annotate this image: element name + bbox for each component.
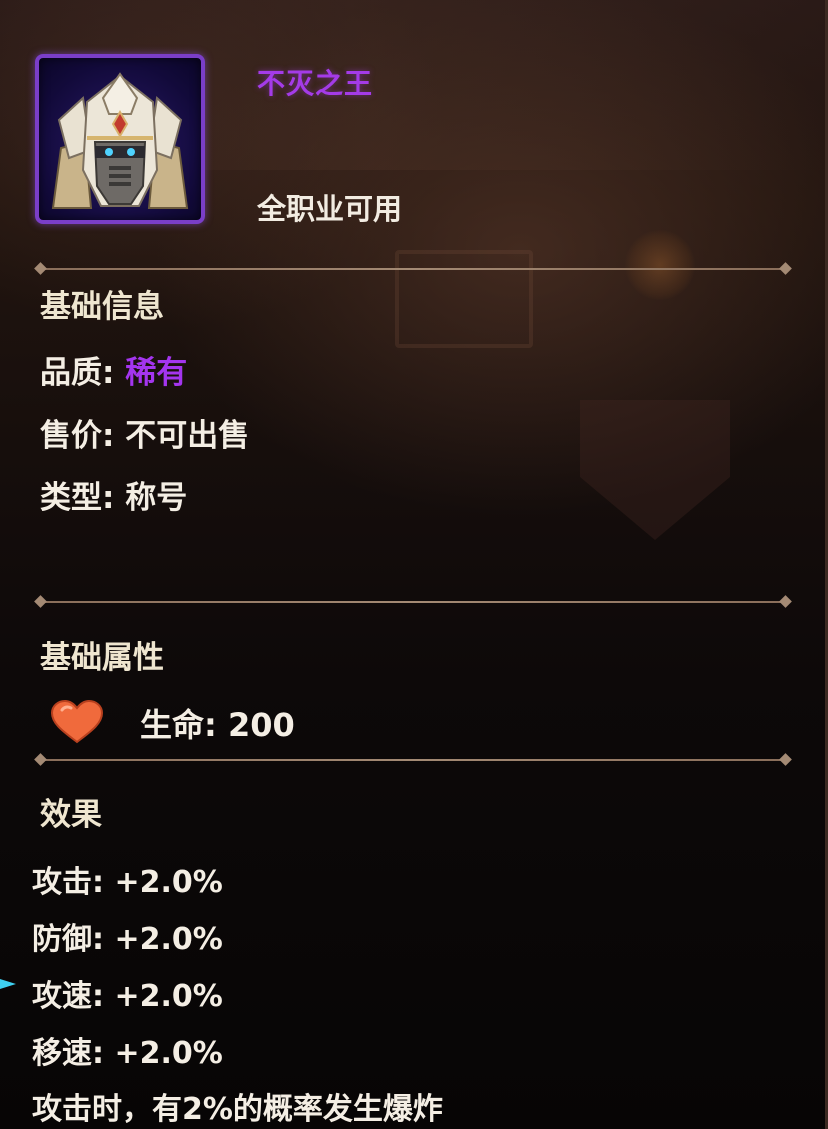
background-crest bbox=[580, 400, 730, 540]
life-stat: 生命: 200 bbox=[140, 700, 295, 746]
effects-title: 效果 bbox=[40, 797, 102, 833]
effect-attack: 攻击: +2.0% bbox=[32, 857, 223, 901]
quality-row: 品质: 稀有 bbox=[40, 347, 187, 392]
effect-attack-speed-value: +2.0% bbox=[114, 979, 223, 1014]
pointer-arrow-icon bbox=[0, 979, 16, 989]
price-row: 售价: 不可出售 bbox=[40, 410, 249, 455]
effect-special: 攻击时，有2%的概率发生爆炸 bbox=[32, 1092, 443, 1127]
basic-info-title: 基础信息 bbox=[40, 289, 164, 325]
section-divider bbox=[34, 753, 792, 767]
effect-defense-label: 防御: bbox=[32, 922, 115, 957]
effect-defense-value: +2.0% bbox=[114, 922, 223, 957]
effect-move-speed-label: 移速: bbox=[32, 1036, 115, 1071]
effect-defense: 防御: +2.0% bbox=[32, 914, 223, 958]
price-value: 不可出售 bbox=[125, 418, 250, 454]
effect-attack-value: +2.0% bbox=[114, 865, 223, 900]
item-tooltip-panel: 不灭之王 全职业可用 基础信息 品质: 稀有 售价: 不可出售 类型: 称号 基… bbox=[0, 0, 828, 1129]
effect-attack-speed: 攻速: +2.0% bbox=[32, 971, 223, 1015]
item-portrait[interactable] bbox=[35, 54, 205, 224]
effect-move-speed-value: +2.0% bbox=[114, 1036, 223, 1071]
type-row: 类型: 称号 bbox=[40, 472, 187, 517]
effect-move-speed: 移速: +2.0% bbox=[32, 1028, 223, 1072]
price-label: 售价: bbox=[40, 418, 126, 454]
item-class-restriction: 全职业可用 bbox=[257, 192, 403, 226]
life-label: 生命: bbox=[140, 706, 228, 744]
type-value: 称号 bbox=[125, 480, 188, 516]
life-value: 200 bbox=[227, 706, 295, 744]
heart-icon bbox=[50, 700, 104, 744]
item-name: 不灭之王 bbox=[257, 67, 374, 100]
quality-label: 品质: bbox=[40, 355, 126, 391]
basic-attributes-title: 基础属性 bbox=[40, 640, 164, 676]
section-divider bbox=[34, 262, 792, 276]
quality-value: 稀有 bbox=[125, 355, 188, 391]
effect-attack-speed-label: 攻速: bbox=[32, 979, 115, 1014]
type-label: 类型: bbox=[40, 480, 126, 516]
effect-attack-label: 攻击: bbox=[32, 865, 115, 900]
section-divider bbox=[34, 595, 792, 609]
armored-king-helmet-icon bbox=[51, 72, 189, 209]
